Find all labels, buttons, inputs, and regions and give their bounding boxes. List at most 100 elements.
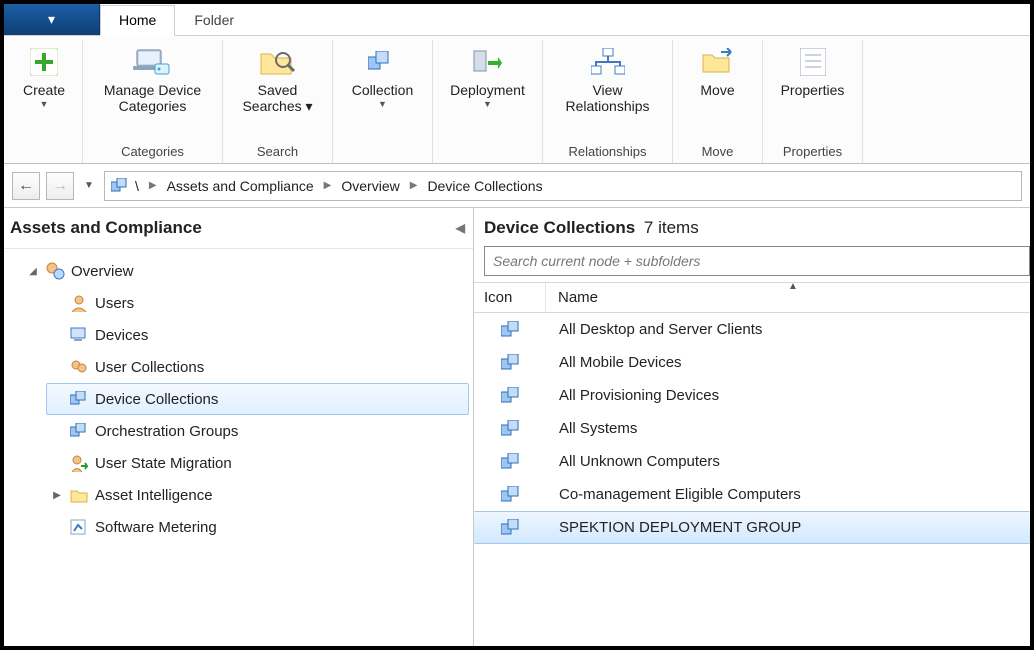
move-label: Move — [700, 82, 734, 98]
right-pane-header: Device Collections 7 items — [474, 208, 1030, 244]
user-collection-icon — [69, 357, 89, 377]
column-name[interactable]: ▲ Name — [546, 283, 1030, 312]
properties-icon — [793, 44, 833, 80]
column-name-label: Name — [558, 289, 598, 306]
chevron-right-icon: ▶ — [406, 180, 422, 191]
create-button[interactable]: Create ▼ — [14, 42, 74, 111]
tree-label: Users — [95, 295, 134, 312]
folder-search-icon — [258, 44, 298, 80]
breadcrumb[interactable]: \ ▶ Assets and Compliance ▶ Overview ▶ D… — [104, 171, 1022, 201]
breadcrumb-root[interactable]: \ — [133, 178, 141, 194]
tree-label: Orchestration Groups — [95, 423, 238, 440]
tree-label: Overview — [71, 263, 134, 280]
ribbon-group-label: Relationships — [551, 140, 664, 159]
manage-device-categories-label: Manage Device Categories — [104, 82, 201, 114]
folder-move-icon — [698, 44, 738, 80]
right-pane-title: Device Collections — [484, 218, 635, 237]
collection-icon — [475, 321, 547, 339]
row-name: All Systems — [547, 420, 1029, 437]
collection-icon — [111, 178, 129, 194]
create-label: Create — [23, 82, 65, 98]
list-row[interactable]: All Unknown Computers — [474, 445, 1030, 478]
plus-icon — [24, 44, 64, 80]
content: Assets and Compliance ◀ ◢ Overview Users… — [4, 208, 1030, 646]
chevron-right-icon: ▶ — [320, 180, 336, 191]
ribbon-group-deployment: Deployment ▼ — [433, 40, 543, 163]
collection-icon — [69, 389, 89, 409]
move-button[interactable]: Move — [688, 42, 748, 100]
properties-button[interactable]: Properties — [775, 42, 851, 100]
view-relationships-button[interactable]: View Relationships — [559, 42, 655, 116]
nav-forward-button[interactable]: → — [46, 172, 74, 200]
list-row[interactable]: Co-management Eligible Computers — [474, 478, 1030, 511]
list-row[interactable]: All Systems — [474, 412, 1030, 445]
sort-asc-icon: ▲ — [788, 281, 798, 292]
arrow-right-icon: → — [52, 177, 68, 195]
breadcrumb-assets[interactable]: Assets and Compliance — [165, 178, 316, 194]
tree-node-software-metering[interactable]: Software Metering — [46, 511, 469, 543]
hierarchy-icon — [588, 44, 628, 80]
search-input[interactable]: Search current node + subfolders — [484, 246, 1030, 276]
user-icon — [69, 293, 89, 313]
tab-home[interactable]: Home — [100, 5, 175, 36]
user-migrate-icon — [69, 453, 89, 473]
list-row[interactable]: All Desktop and Server Clients — [474, 313, 1030, 346]
tree-label: User State Migration — [95, 455, 232, 472]
search-placeholder: Search current node + subfolders — [493, 253, 700, 269]
ribbon-group-label: Categories — [91, 140, 214, 159]
column-icon[interactable]: Icon — [474, 283, 546, 312]
collection-icon — [362, 44, 402, 80]
twisty-open-icon: ◢ — [27, 266, 39, 277]
ribbon-group-label: Properties — [771, 140, 854, 159]
row-name: All Provisioning Devices — [547, 387, 1029, 404]
tree-node-overview[interactable]: ◢ Overview — [22, 255, 469, 287]
row-name: All Desktop and Server Clients — [547, 321, 1029, 338]
nav-history-button[interactable]: ▼ — [80, 172, 98, 200]
tab-folder[interactable]: Folder — [175, 5, 253, 36]
left-pane-title: Assets and Compliance — [10, 218, 202, 238]
tree-label: Device Collections — [95, 391, 218, 408]
ribbon-group-categories: Manage Device Categories Categories — [83, 40, 223, 163]
deployment-label: Deployment — [450, 82, 525, 98]
ribbon-group-label — [14, 140, 74, 159]
app-menu-button[interactable]: ▾ — [4, 4, 100, 35]
collection-label: Collection — [352, 82, 413, 98]
collection-icon — [475, 420, 547, 438]
overview-icon — [45, 261, 65, 281]
breadcrumb-device-collections[interactable]: Device Collections — [425, 178, 544, 194]
ribbon: Create ▼ Manage Device Categories Catego… — [4, 36, 1030, 164]
ribbon-group-label — [341, 140, 424, 159]
row-name: Co-management Eligible Computers — [547, 486, 1029, 503]
collection-button[interactable]: Collection ▼ — [346, 42, 419, 111]
tree-node-user-state[interactable]: User State Migration — [46, 447, 469, 479]
right-pane: Device Collections 7 items Search curren… — [474, 208, 1030, 646]
list-row[interactable]: All Provisioning Devices — [474, 379, 1030, 412]
twisty-closed-icon: ▶ — [51, 490, 63, 501]
manage-device-categories-button[interactable]: Manage Device Categories — [98, 42, 207, 116]
list-row[interactable]: All Mobile Devices — [474, 346, 1030, 379]
breadcrumb-overview[interactable]: Overview — [339, 178, 401, 194]
tree-node-orchestration[interactable]: Orchestration Groups — [46, 415, 469, 447]
list-body: All Desktop and Server Clients All Mobile… — [474, 313, 1030, 646]
nav-back-button[interactable]: ← — [12, 172, 40, 200]
ribbon-group-create: Create ▼ — [6, 40, 83, 163]
nav-tree: ◢ Overview Users Devices User Collection… — [4, 249, 473, 543]
caret-down-icon: ▼ — [40, 99, 49, 109]
tree-node-users[interactable]: Users — [46, 287, 469, 319]
collapse-pane-icon[interactable]: ◀ — [456, 221, 465, 235]
tree-node-user-collections[interactable]: User Collections — [46, 351, 469, 383]
row-name: All Mobile Devices — [547, 354, 1029, 371]
list-row[interactable]: SPEKTION DEPLOYMENT GROUP — [474, 511, 1030, 544]
ribbon-group-label — [441, 140, 534, 159]
saved-searches-button[interactable]: Saved Searches ▾ — [236, 42, 318, 116]
collection-icon — [475, 486, 547, 504]
row-name: SPEKTION DEPLOYMENT GROUP — [547, 519, 1029, 536]
tree-node-device-collections[interactable]: Device Collections — [46, 383, 469, 415]
row-name: All Unknown Computers — [547, 453, 1029, 470]
deployment-button[interactable]: Deployment ▼ — [444, 42, 531, 111]
metering-icon — [69, 517, 89, 537]
tree-label: Devices — [95, 327, 148, 344]
tree-node-devices[interactable]: Devices — [46, 319, 469, 351]
tree-node-asset-intelligence[interactable]: ▶ Asset Intelligence — [46, 479, 469, 511]
chevron-right-icon: ▶ — [145, 180, 161, 191]
